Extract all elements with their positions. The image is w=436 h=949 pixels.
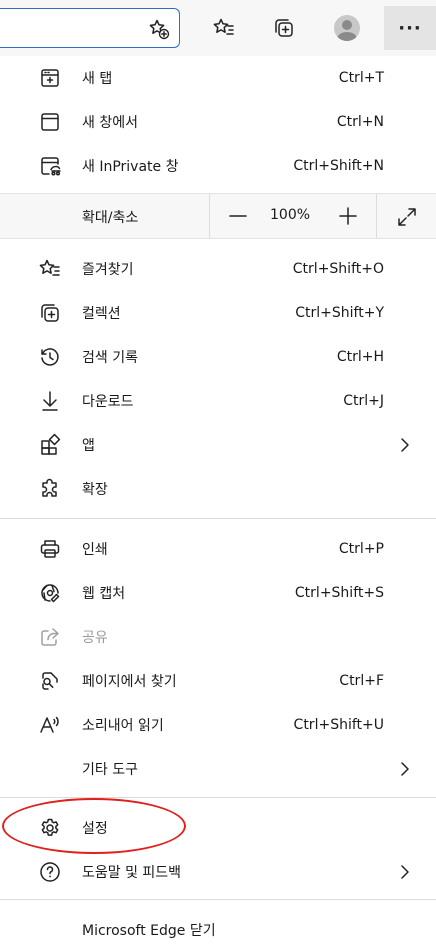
menu-item-print[interactable]: 인쇄 Ctrl+P <box>0 527 436 571</box>
zoom-level: 100% <box>270 207 311 223</box>
menu-item-more-tools[interactable]: 기타 도구 <box>0 747 436 791</box>
collections-icon[interactable] <box>266 10 302 46</box>
chevron-right-icon <box>396 760 414 778</box>
menu-item-read-aloud[interactable]: 소리내어 읽기 Ctrl+Shift+U <box>0 703 436 747</box>
more-label: ··· <box>398 17 422 39</box>
menu-shortcut: Ctrl+Shift+O <box>292 261 384 277</box>
browser-toolbar: ··· <box>0 0 436 56</box>
menu-item-new-tab[interactable]: 새 탭 Ctrl+T <box>0 56 436 100</box>
menu-item-apps[interactable]: 앱 <box>0 423 436 467</box>
menu-shortcut: Ctrl+H <box>336 349 384 365</box>
zoom-row: 확대/축소 100% <box>0 193 436 239</box>
menu-item-favorites[interactable]: 즐겨찾기 Ctrl+Shift+O <box>0 247 436 291</box>
menu-label: 새 탭 <box>82 71 113 87</box>
favorites-icon <box>38 257 62 281</box>
print-icon <box>38 537 62 561</box>
menu-item-find-on-page[interactable]: 페이지에서 찾기 Ctrl+F <box>0 659 436 703</box>
menu-label: Microsoft Edge 닫기 <box>82 923 216 939</box>
help-icon <box>38 860 62 884</box>
menu-item-new-inprivate[interactable]: 새 InPrivate 창 Ctrl+Shift+N <box>0 144 436 188</box>
menu-shortcut: Ctrl+F <box>339 673 384 689</box>
address-bar[interactable] <box>0 8 180 48</box>
menu-label: 도움말 및 피드백 <box>82 865 182 881</box>
zoom-divider <box>376 194 377 238</box>
share-icon <box>38 625 62 649</box>
menu-shortcut: Ctrl+Shift+N <box>293 158 384 174</box>
menu-item-collections[interactable]: 컬렉션 Ctrl+Shift+Y <box>0 291 436 335</box>
menu-label: 인쇄 <box>82 542 108 558</box>
download-icon <box>38 389 62 413</box>
favorites-list-icon[interactable] <box>206 10 242 46</box>
menu-shortcut: Ctrl+N <box>336 114 384 130</box>
extensions-icon <box>38 477 62 501</box>
new-window-icon <box>38 110 62 134</box>
menu-label: 공유 <box>82 630 108 646</box>
profile-avatar-icon[interactable] <box>329 10 365 46</box>
menu-item-share: 공유 <box>0 615 436 659</box>
menu-label: 즐겨찾기 <box>82 262 134 278</box>
menu-item-close-edge[interactable]: Microsoft Edge 닫기 <box>0 908 436 949</box>
chevron-right-icon <box>396 436 414 454</box>
menu-shortcut: Ctrl+T <box>338 70 384 86</box>
inprivate-icon <box>38 154 62 178</box>
find-on-page-icon <box>38 669 62 693</box>
menu-item-settings[interactable]: 설정 <box>0 806 436 850</box>
menu-shortcut: Ctrl+Shift+Y <box>295 305 384 321</box>
read-aloud-icon <box>38 713 62 737</box>
zoom-divider <box>209 194 210 238</box>
menu-item-web-capture[interactable]: 웹 캡처 Ctrl+Shift+S <box>0 571 436 615</box>
menu-label: 새 InPrivate 창 <box>82 159 179 175</box>
history-icon <box>38 345 62 369</box>
menu-label: 다운로드 <box>82 394 134 410</box>
menu-shortcut: Ctrl+Shift+U <box>293 717 384 733</box>
apps-icon <box>38 433 62 457</box>
star-plus-icon[interactable] <box>147 17 171 41</box>
zoom-label: 확대/축소 <box>82 210 139 226</box>
menu-label: 새 창에서 <box>82 115 138 131</box>
menu-label: 검색 기록 <box>82 350 138 366</box>
menu-label: 확장 <box>82 482 108 498</box>
menu-item-downloads[interactable]: 다운로드 Ctrl+J <box>0 379 436 423</box>
zoom-out-button[interactable] <box>224 202 252 230</box>
zoom-in-button[interactable] <box>334 202 362 230</box>
chevron-right-icon <box>396 863 414 881</box>
menu-label: 기타 도구 <box>82 762 138 778</box>
menu-item-help-feedback[interactable]: 도움말 및 피드백 <box>0 850 436 894</box>
menu-item-history[interactable]: 검색 기록 Ctrl+H <box>0 335 436 379</box>
menu-item-extensions[interactable]: 확장 <box>0 467 436 511</box>
menu-divider <box>0 899 436 900</box>
menu-label: 컬렉션 <box>82 306 121 322</box>
gear-icon <box>38 816 62 840</box>
new-tab-icon <box>38 66 62 90</box>
menu-divider <box>0 797 436 798</box>
menu-label: 앱 <box>82 438 95 454</box>
collections-icon <box>38 301 62 325</box>
menu-label: 소리내어 읽기 <box>82 718 164 734</box>
menu-label: 웹 캡처 <box>82 586 126 602</box>
menu-item-new-window[interactable]: 새 창에서 Ctrl+N <box>0 100 436 144</box>
menu-shortcut: Ctrl+P <box>338 541 384 557</box>
menu-divider <box>0 518 436 519</box>
settings-and-more-button[interactable]: ··· <box>384 6 436 50</box>
fullscreen-icon[interactable] <box>394 204 420 230</box>
menu-shortcut: Ctrl+Shift+S <box>294 585 384 601</box>
menu-label: 페이지에서 찾기 <box>82 674 177 690</box>
avatar <box>334 15 360 41</box>
menu-shortcut: Ctrl+J <box>343 393 384 409</box>
web-capture-icon <box>38 581 62 605</box>
menu-label: 설정 <box>82 821 108 837</box>
